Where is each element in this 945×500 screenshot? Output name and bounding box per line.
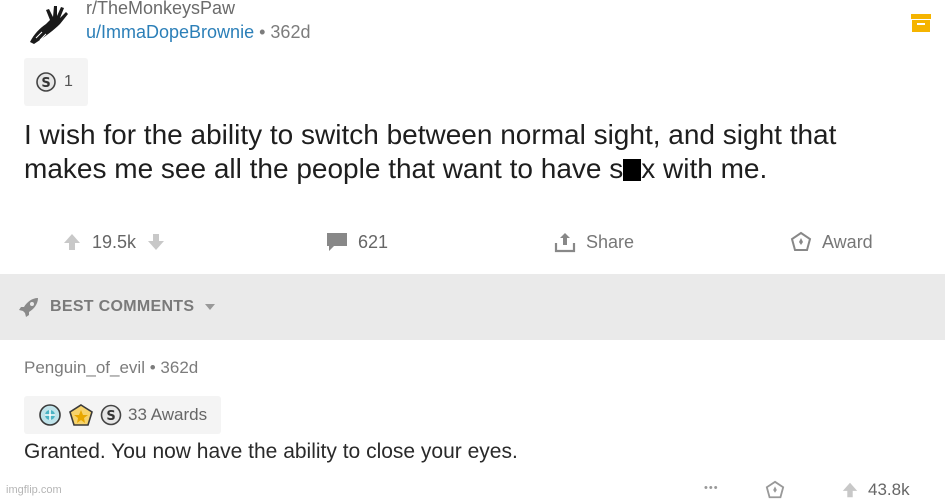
comment-upvote-icon[interactable] bbox=[840, 481, 860, 499]
comment-vote-group: 43.8k bbox=[840, 480, 910, 500]
award-icon bbox=[765, 480, 785, 499]
share-label: Share bbox=[586, 231, 635, 252]
byline-separator: • bbox=[259, 22, 266, 42]
comment-age: 362d bbox=[160, 358, 199, 377]
comment-actions: ••• 43.8k bbox=[700, 480, 945, 500]
upvote-icon[interactable] bbox=[62, 232, 82, 252]
save-icon[interactable] bbox=[911, 14, 931, 32]
share-icon bbox=[554, 233, 576, 253]
comment-card: Penguin_of_evil • 362d S 33 Awards Grant… bbox=[0, 340, 945, 500]
comment-awards-label: 33 Awards bbox=[128, 405, 208, 424]
more-options-button[interactable]: ••• bbox=[704, 482, 719, 494]
comment-score: 43.8k bbox=[868, 480, 910, 499]
silver-award-icon: S bbox=[36, 72, 56, 92]
post-age: 362d bbox=[270, 22, 311, 42]
comment-award-chip[interactable]: S 33 Awards bbox=[24, 396, 222, 434]
comment-byline: Penguin_of_evil • 362d bbox=[24, 358, 198, 378]
vote-group: 19.5k bbox=[62, 226, 166, 258]
downvote-icon[interactable] bbox=[146, 232, 166, 252]
post-score: 19.5k bbox=[92, 231, 137, 252]
monkey-paw-icon[interactable] bbox=[24, 2, 72, 44]
award-button[interactable]: Award bbox=[790, 226, 873, 258]
platinum-award-icon bbox=[39, 404, 61, 426]
share-button[interactable]: Share bbox=[554, 226, 634, 258]
subreddit-name[interactable]: r/TheMonkeysPaw bbox=[86, 0, 235, 19]
post-title[interactable]: I wish for the ability to switch between… bbox=[24, 118, 924, 186]
post-author[interactable]: u/ImmaDopeBrownie bbox=[86, 22, 254, 42]
post-title-part2: x with me. bbox=[641, 153, 768, 184]
post-award-chip[interactable]: S 1 bbox=[24, 58, 88, 106]
sort-label: BEST COMMENTS bbox=[50, 298, 195, 315]
comment-body: Granted. You now have the ability to clo… bbox=[24, 440, 518, 463]
svg-text:S: S bbox=[106, 409, 115, 424]
comment-byline-separator: • bbox=[149, 358, 156, 377]
svg-text:S: S bbox=[41, 76, 50, 91]
comment-author[interactable]: Penguin_of_evil bbox=[24, 358, 145, 377]
silver-award-icon: S bbox=[100, 404, 122, 426]
post-card: r/TheMonkeysPaw u/ImmaDopeBrownie • 362d… bbox=[0, 0, 945, 274]
comment-bubble-icon bbox=[327, 233, 347, 251]
comment-award-button[interactable] bbox=[764, 480, 786, 500]
chevron-down-icon bbox=[205, 304, 216, 310]
comment-count: 621 bbox=[358, 231, 389, 252]
post-actions: 19.5k 621 Share Award bbox=[0, 226, 945, 258]
gold-award-icon bbox=[69, 404, 93, 426]
post-award-count: 1 bbox=[64, 73, 73, 90]
rocket-icon bbox=[19, 298, 38, 317]
post-byline: u/ImmaDopeBrownie • 362d bbox=[86, 22, 310, 43]
award-label: Award bbox=[822, 231, 873, 252]
sort-dropdown[interactable]: BEST COMMENTS bbox=[18, 296, 216, 318]
comments-button[interactable]: 621 bbox=[326, 226, 388, 258]
redaction-box bbox=[623, 159, 642, 181]
watermark: imgflip.com bbox=[6, 484, 62, 496]
award-icon bbox=[790, 231, 812, 251]
sort-bar: BEST COMMENTS bbox=[0, 274, 945, 340]
